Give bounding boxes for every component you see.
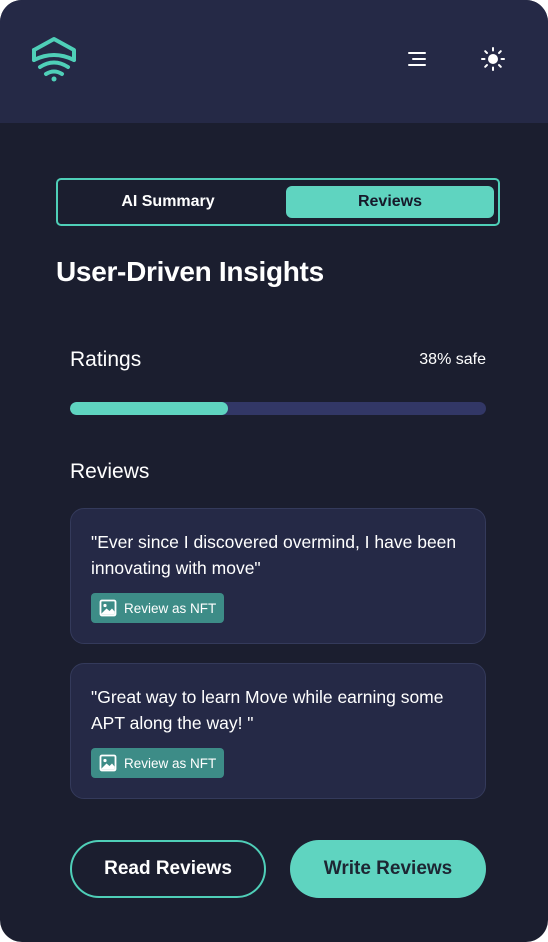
shield-wifi-logo-icon[interactable] [30,36,78,82]
image-icon [99,754,117,772]
review-as-nft-button[interactable]: Review as NFT [91,748,225,778]
review-as-nft-button[interactable]: Review as NFT [91,593,225,623]
app-screen: AI Summary Reviews User-Driven Insights … [0,0,548,942]
review-card: "Ever since I discovered overmind, I hav… [70,508,486,644]
ratings-label: Ratings [70,348,142,371]
ratings-value: 38% safe [419,351,486,368]
read-reviews-button[interactable]: Read Reviews [70,840,266,898]
review-text: "Ever since I discovered overmind, I hav… [91,532,457,578]
write-reviews-button[interactable]: Write Reviews [290,840,486,898]
reviews-section-label: Reviews [70,460,150,483]
tab-ai-summary[interactable]: AI Summary [64,186,272,218]
review-as-nft-label: Review as NFT [124,600,217,616]
image-icon [99,599,117,617]
ratings-progress-fill [70,402,229,415]
tab-reviews[interactable]: Reviews [286,186,494,218]
sun-icon[interactable] [480,46,506,72]
review-as-nft-label: Review as NFT [124,755,217,771]
top-bar [0,0,548,123]
review-text: "Great way to learn Move while earning s… [91,687,444,733]
ratings-progress-bar [70,402,486,415]
menu-icon[interactable] [404,46,430,72]
view-tabs: AI Summary Reviews [56,178,500,226]
review-card: "Great way to learn Move while earning s… [70,663,486,799]
page-title: User-Driven Insights [56,256,324,287]
